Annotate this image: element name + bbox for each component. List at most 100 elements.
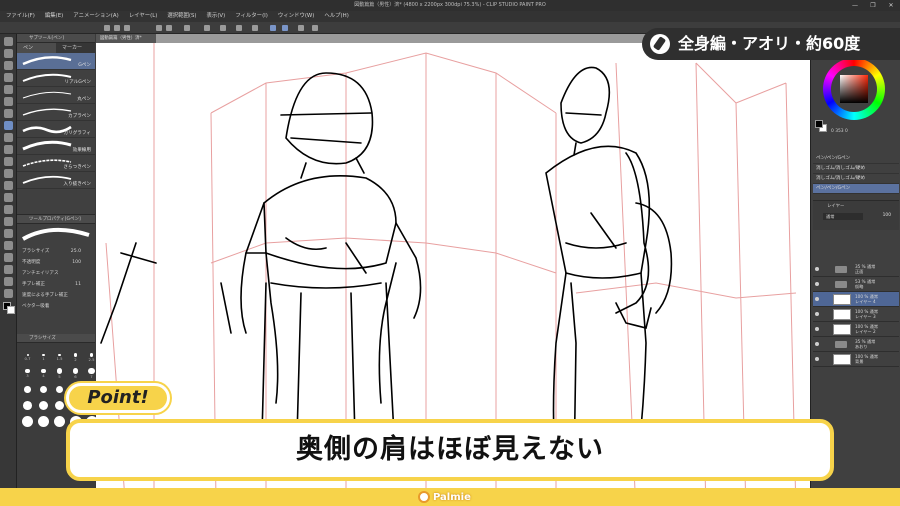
eraser-icon[interactable] — [3, 181, 13, 190]
brush-size-cell[interactable] — [53, 383, 66, 396]
minimize-button[interactable]: — — [846, 0, 864, 11]
layer-row[interactable]: 100 % 通常 レイヤー 4 — [813, 292, 899, 307]
property-row[interactable]: ブラシサイズ 25.0 — [17, 246, 95, 257]
menu-animation[interactable]: アニメーション(A) — [73, 11, 118, 22]
eye-icon[interactable] — [815, 297, 819, 301]
redo-icon[interactable] — [166, 25, 172, 31]
eye-icon[interactable] — [815, 357, 819, 361]
ruler-tool-icon[interactable] — [3, 253, 13, 262]
undo-icon[interactable] — [156, 25, 162, 31]
ruler-icon[interactable] — [252, 25, 258, 31]
set-item[interactable]: 消しゴム/消しゴム/硬め — [813, 164, 899, 174]
brush-size-cell[interactable] — [37, 383, 50, 396]
invert-icon[interactable] — [236, 25, 242, 31]
brush-item[interactable]: 入り抜きペン — [17, 172, 95, 189]
frame-icon[interactable] — [3, 241, 13, 250]
correction-icon[interactable] — [3, 289, 13, 298]
saturation-value-box[interactable] — [840, 75, 868, 103]
brush-size-cell[interactable] — [21, 399, 34, 412]
brush-size-cell[interactable]: 3 — [21, 367, 34, 380]
pen-icon[interactable] — [3, 121, 13, 130]
property-row[interactable]: 速度による手ブレ補正 — [17, 290, 95, 301]
text-icon[interactable] — [3, 265, 13, 274]
brush-icon[interactable] — [3, 145, 13, 154]
set-item[interactable]: ペン/ペン/Gペン — [813, 184, 899, 194]
menu-view[interactable]: 表示(V) — [207, 11, 226, 22]
layer-row[interactable]: 53 % 通常 仮略 — [813, 277, 899, 292]
close-button[interactable]: ✕ — [882, 0, 900, 11]
document-tab[interactable]: 図動篇篇（男性）済* — [96, 34, 156, 43]
clear-icon[interactable] — [184, 25, 190, 31]
brush-size-cell[interactable]: 1.5 — [53, 351, 66, 364]
pencil-icon[interactable] — [3, 133, 13, 142]
brush-item[interactable]: さらつきペン — [17, 155, 95, 172]
menu-layer[interactable]: レイヤー(L) — [129, 11, 158, 22]
property-value[interactable]: 100 — [72, 257, 81, 268]
operation-icon[interactable] — [3, 61, 13, 70]
brush-size-cell[interactable]: 4 — [37, 367, 50, 380]
eye-icon[interactable] — [815, 282, 819, 286]
airbrush-icon[interactable] — [3, 157, 13, 166]
brush-item[interactable]: カリグラフィ — [17, 121, 95, 138]
layer-row[interactable]: 35 % 通常 あおり — [813, 337, 899, 352]
brush-size-cell[interactable]: 1 — [37, 351, 50, 364]
eye-icon[interactable] — [815, 312, 819, 316]
brush-size-cell[interactable]: 0.7 — [21, 351, 34, 364]
new-icon[interactable] — [104, 25, 110, 31]
brush-size-cell[interactable] — [53, 415, 66, 428]
snap-icon[interactable] — [270, 25, 276, 31]
brush-size-cell[interactable] — [37, 399, 50, 412]
tab-marker[interactable]: マーカー — [56, 43, 95, 53]
pen-pressure-icon[interactable] — [312, 25, 318, 31]
menu-selection[interactable]: 選択範囲(S) — [167, 11, 196, 22]
brush-item[interactable]: Gペン — [17, 53, 95, 70]
brush-size-cell[interactable] — [21, 383, 34, 396]
brush-size-cell[interactable]: 6 — [69, 367, 82, 380]
set-item[interactable]: ペン/ペン/Gペン — [813, 154, 899, 164]
decoration-icon[interactable] — [3, 169, 13, 178]
menu-edit[interactable]: 編集(E) — [45, 11, 63, 22]
eye-icon[interactable] — [815, 327, 819, 331]
brush-item[interactable]: カブラペン — [17, 104, 95, 121]
zoom-icon[interactable] — [3, 37, 13, 46]
maximize-button[interactable]: ❐ — [864, 0, 882, 11]
deselect-icon[interactable] — [220, 25, 226, 31]
open-icon[interactable] — [114, 25, 120, 31]
brush-size-cell[interactable] — [37, 415, 50, 428]
tab-pen[interactable]: ペン — [17, 43, 56, 53]
eye-icon[interactable] — [815, 267, 819, 271]
brush-size-cell[interactable] — [53, 399, 66, 412]
blend-mode-select[interactable]: 通常 — [823, 213, 863, 220]
layer-row[interactable]: 100 % 通常 レイヤー 3 — [813, 307, 899, 322]
layer-row[interactable]: 100 % 通常 背景 — [813, 352, 899, 367]
opacity-value[interactable]: 100 — [883, 213, 891, 218]
figure-icon[interactable] — [3, 229, 13, 238]
property-value[interactable]: 25.0 — [71, 246, 81, 257]
menu-file[interactable]: ファイル(F) — [6, 11, 35, 22]
brush-item[interactable]: 効果線用 — [17, 138, 95, 155]
magic-wand-icon[interactable] — [3, 97, 13, 106]
primary-color-swatch[interactable] — [815, 120, 823, 128]
fill-icon[interactable] — [3, 205, 13, 214]
menu-window[interactable]: ウィンドウ(W) — [278, 11, 315, 22]
set-item[interactable]: 消しゴム/消しゴム/硬め — [813, 174, 899, 184]
property-row[interactable]: ベクター吸着 — [17, 301, 95, 312]
eyedropper-icon[interactable] — [3, 109, 13, 118]
color-swatch-secondary[interactable] — [7, 306, 15, 314]
menu-help[interactable]: ヘルプ(H) — [324, 11, 348, 22]
property-row[interactable]: アンチエイリアス — [17, 268, 95, 279]
transform-icon[interactable] — [204, 25, 210, 31]
menu-filter[interactable]: フィルター(I) — [235, 11, 268, 22]
save-icon[interactable] — [124, 25, 130, 31]
lasso-icon[interactable] — [3, 85, 13, 94]
move-icon[interactable] — [3, 49, 13, 58]
layer-row[interactable]: 100 % 通常 レイヤー 2 — [813, 322, 899, 337]
brush-size-cell[interactable]: 5 — [53, 367, 66, 380]
brush-item[interactable]: リアルGペン — [17, 70, 95, 87]
property-row[interactable]: 不透明度 100 — [17, 257, 95, 268]
brush-size-cell[interactable] — [21, 415, 34, 428]
property-value[interactable]: 11 — [75, 279, 81, 290]
grid-icon[interactable] — [298, 25, 304, 31]
brush-item[interactable]: 丸ペン — [17, 87, 95, 104]
snap-special-icon[interactable] — [282, 25, 288, 31]
